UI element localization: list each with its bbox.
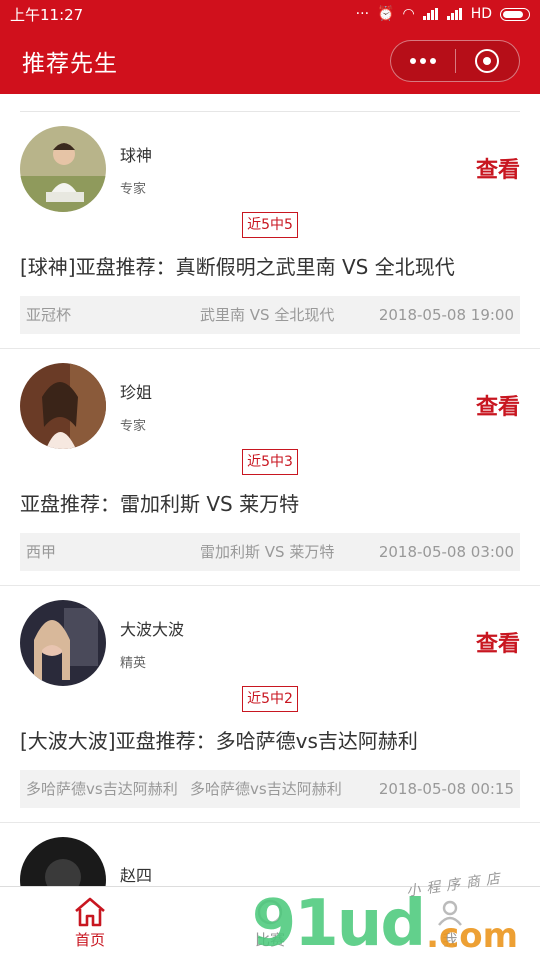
more-icon	[409, 58, 436, 64]
expert-tag: 专家	[120, 418, 147, 434]
match-datetime: 2018-05-08 19:00	[378, 306, 514, 324]
recommendation-card[interactable]: 珍姐 专家 查看 近5中3 亚盘推荐：雷加利斯 VS 莱万特 西甲 雷加利斯 V…	[0, 349, 540, 586]
close-target-icon	[475, 49, 500, 73]
expert-info: 赵四	[120, 862, 152, 886]
league: 亚冠杯	[26, 306, 72, 324]
battery-icon	[500, 7, 530, 21]
avatar-photo	[20, 363, 106, 449]
recommendation-card[interactable]: 赵四	[0, 823, 540, 886]
wifi-icon: ◠	[402, 6, 415, 22]
expert-tag: 专家	[120, 181, 147, 197]
profile-icon	[438, 900, 462, 926]
expert-name: 赵四	[120, 866, 153, 885]
record-wrap: 近5中2	[20, 686, 520, 712]
league: 西甲	[26, 543, 57, 561]
post-title[interactable]: [球神]亚盘推荐：真断假明之武里南 VS 全北现代	[20, 252, 520, 282]
match-datetime: 2018-05-08 00:15	[378, 780, 514, 798]
expert-info: 大波大波 精英	[120, 616, 184, 671]
record-wrap: 近5中5	[20, 212, 520, 238]
league: 多哈萨德vs吉达阿赫利	[26, 780, 178, 798]
avatar	[20, 600, 106, 686]
avatar	[20, 363, 106, 449]
match-teams: 多哈萨德vs吉达阿赫利	[190, 780, 342, 798]
more-dots-icon: ···	[355, 6, 370, 22]
match-info: 多哈萨德vs吉达阿赫利 多哈萨德vs吉达阿赫利 2018-05-08 00:15	[20, 770, 520, 808]
expert-tag: 精英	[120, 655, 147, 671]
record-badge: 近5中2	[242, 686, 298, 712]
tab-match-label: 比赛	[254, 931, 285, 949]
recommendation-card[interactable]: 大波大波 精英 查看 近5中2 [大波大波]亚盘推荐：多哈萨德vs吉达阿赫利 多…	[0, 586, 540, 823]
card-header: 球神 专家 查看	[20, 126, 520, 212]
tab-home[interactable]: 首页	[0, 887, 180, 960]
tab-match[interactable]: 比赛	[180, 887, 360, 960]
expert-name: 大波大波	[120, 619, 185, 639]
expert-info: 珍姐 专家	[120, 379, 152, 434]
tab-bar: 首页 比赛 我	[0, 886, 540, 960]
home-icon	[75, 897, 105, 927]
signal-icon	[422, 8, 439, 20]
nav-bar: 推荐先生	[0, 28, 540, 94]
avatar-photo	[20, 600, 106, 686]
card-header: 珍姐 专家 查看	[20, 363, 520, 449]
post-title[interactable]: [大波大波]亚盘推荐：多哈萨德vs吉达阿赫利	[20, 726, 520, 756]
miniprogram-capsule	[390, 40, 520, 82]
page-title: 推荐先生	[22, 51, 118, 77]
avatar	[20, 837, 106, 886]
post-title[interactable]: 亚盘推荐：雷加利斯 VS 莱万特	[20, 489, 520, 519]
record-badge: 近5中5	[242, 212, 298, 238]
more-button[interactable]	[391, 41, 455, 81]
expert-name: 珍姐	[120, 382, 153, 402]
match-icon	[257, 899, 283, 925]
status-icons: ··· ⏰ ◠ HD	[356, 6, 530, 22]
card-header: 大波大波 精英 查看	[20, 600, 520, 686]
avatar	[20, 126, 106, 212]
record-badge: 近5中3	[242, 449, 298, 475]
view-button[interactable]: 查看	[476, 626, 520, 658]
record-wrap: 近5中3	[20, 449, 520, 475]
match-info: 西甲 雷加利斯 VS 莱万特 2018-05-08 03:00	[20, 533, 520, 571]
signal-icon-2	[446, 8, 463, 20]
alarm-icon: ⏰	[377, 6, 395, 22]
view-button[interactable]: 查看	[476, 152, 520, 184]
avatar-photo	[20, 837, 106, 886]
match-datetime: 2018-05-08 03:00	[378, 543, 514, 561]
status-bar: 上午11:27 ··· ⏰ ◠ HD	[0, 0, 540, 28]
recommendation-card[interactable]: 球神 专家 查看 近5中5 [球神]亚盘推荐：真断假明之武里南 VS 全北现代 …	[0, 112, 540, 349]
network-type: HD	[470, 6, 492, 22]
match-teams: 武里南 VS 全北现代	[200, 306, 335, 324]
card-header: 赵四	[20, 837, 520, 886]
match-info: 亚冠杯 武里南 VS 全北现代 2018-05-08 19:00	[20, 296, 520, 334]
status-time: 上午11:27	[10, 5, 84, 24]
view-button[interactable]: 查看	[476, 389, 520, 421]
tab-profile-label: 我	[442, 931, 458, 949]
match-teams: 雷加利斯 VS 莱万特	[200, 543, 335, 561]
tab-home-label: 首页	[74, 931, 105, 949]
close-miniprogram-button[interactable]	[456, 41, 520, 81]
divider	[20, 94, 520, 112]
recommendation-feed[interactable]: 球神 专家 查看 近5中5 [球神]亚盘推荐：真断假明之武里南 VS 全北现代 …	[0, 94, 540, 886]
avatar-photo	[20, 126, 106, 212]
tab-profile[interactable]: 我	[360, 887, 540, 960]
expert-name: 球神	[120, 145, 153, 165]
expert-info: 球神 专家	[120, 142, 152, 197]
